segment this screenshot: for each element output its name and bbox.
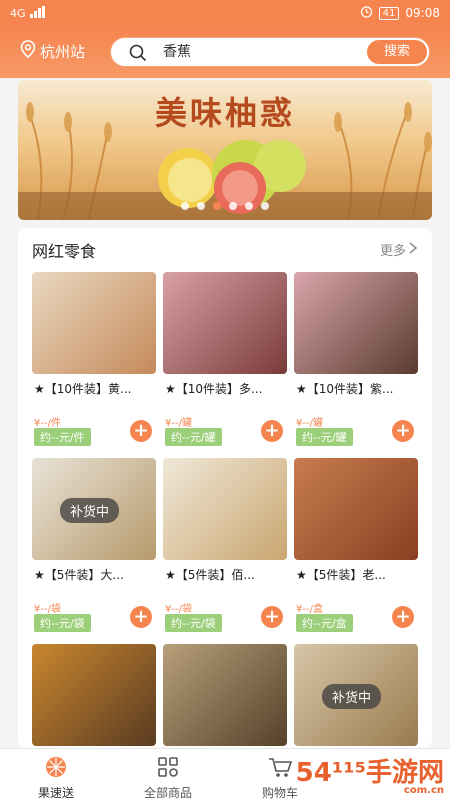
banner-dot[interactable] [261, 202, 269, 210]
banner-pagination [18, 202, 432, 210]
product-price: ¥--/件 [34, 418, 61, 429]
banner-title: 美味柚惑 [154, 94, 295, 132]
product-unit-price: 约--元/罐 [296, 428, 353, 446]
tab-home[interactable]: 果速送 [0, 749, 112, 800]
watermark-logo: 54¹¹⁵手游网 com.cn [296, 752, 444, 796]
product-unit-price: 约--元/罐 [165, 428, 222, 446]
snacks-section: 网红零食 更多 ★【10件装】黄... ¥--/件 约--元/件 + ★【10件… [18, 228, 432, 748]
tab-label: 果速送 [37, 786, 74, 800]
battery-icon: 41 [378, 6, 400, 20]
tab-all-products[interactable]: 全部商品 [112, 749, 224, 800]
banner-dot[interactable] [197, 202, 205, 210]
product-name: ★【10件装】紫... [296, 382, 394, 396]
add-to-cart-button[interactable]: + [130, 420, 152, 442]
promo-banner[interactable]: 美味柚惑 [18, 80, 432, 220]
product-name: ★【5件装】大... [34, 568, 124, 582]
signal-icon [29, 6, 46, 21]
restocking-badge: 补货中 [60, 498, 120, 523]
product-price: ¥--/罐 [296, 418, 323, 429]
product-price: ¥--/袋 [165, 604, 192, 615]
search-button[interactable]: 搜索 [367, 40, 427, 64]
product-image [32, 644, 156, 746]
product-image [163, 644, 287, 746]
location-pin-icon [20, 40, 36, 62]
signal-label: 4G [10, 7, 26, 20]
product-price: ¥--/罐 [165, 418, 192, 429]
add-to-cart-button[interactable]: + [261, 606, 283, 628]
product-card[interactable]: 补货中 [294, 644, 418, 748]
clock: 09:08 [405, 6, 440, 20]
orange-slice-icon [0, 755, 112, 782]
product-unit-price: 约--元/盒 [296, 614, 353, 632]
product-card[interactable]: ★【10件装】黄... ¥--/件 约--元/件 + [32, 272, 156, 454]
product-card[interactable]: 补货中 ★【5件装】大... ¥--/袋 约--元/袋 + [32, 458, 156, 640]
product-image [163, 458, 287, 560]
status-right: 41 09:08 [360, 5, 440, 21]
product-card[interactable] [163, 644, 287, 748]
product-card[interactable]: ★【5件装】老... ¥--/盒 约--元/盒 + [294, 458, 418, 640]
section-title: 网红零食 [32, 242, 97, 261]
add-to-cart-button[interactable]: + [130, 606, 152, 628]
status-bar: 4G 41 09:08 [0, 0, 450, 26]
header: 杭州站 搜索 [0, 26, 450, 78]
product-name: ★【10件装】黄... [34, 382, 132, 396]
chevron-right-icon [408, 241, 418, 258]
more-label: 更多 [379, 244, 406, 259]
status-left: 4G [10, 6, 46, 21]
product-card[interactable] [32, 644, 156, 748]
tab-label: 购物车 [261, 786, 298, 800]
location-selector[interactable]: 杭州站 [20, 40, 85, 62]
product-name: ★【5件装】老... [296, 568, 386, 582]
product-name: ★【5件装】佰... [165, 568, 255, 582]
banner-dot[interactable] [181, 202, 189, 210]
product-price: ¥--/袋 [34, 604, 61, 615]
search-input[interactable] [163, 43, 353, 59]
product-card[interactable]: ★【10件装】紫... ¥--/罐 约--元/罐 + [294, 272, 418, 454]
product-unit-price: 约--元/袋 [34, 614, 91, 632]
product-image [163, 272, 287, 374]
product-image [32, 272, 156, 374]
product-price: ¥--/盒 [296, 604, 323, 615]
banner-dot[interactable] [245, 202, 253, 210]
search-box[interactable]: 搜索 [110, 37, 430, 67]
product-image [294, 458, 418, 560]
city-label: 杭州站 [40, 42, 86, 61]
banner-dot[interactable] [229, 202, 237, 210]
tab-label: 全部商品 [143, 786, 192, 800]
product-card[interactable]: ★【5件装】佰... ¥--/袋 约--元/袋 + [163, 458, 287, 640]
add-to-cart-button[interactable]: + [261, 420, 283, 442]
product-card[interactable]: ★【10件装】多... ¥--/罐 约--元/罐 + [163, 272, 287, 454]
product-unit-price: 约--元/件 [34, 428, 91, 446]
alarm-icon [360, 5, 373, 21]
banner-dot[interactable] [213, 202, 221, 210]
product-image [294, 272, 418, 374]
add-to-cart-button[interactable]: + [392, 420, 414, 442]
product-unit-price: 约--元/袋 [165, 614, 222, 632]
watermark-text: 54¹¹⁵手游网 [295, 758, 444, 788]
more-link[interactable]: 更多 [380, 240, 418, 259]
add-to-cart-button[interactable]: + [392, 606, 414, 628]
restocking-badge: 补货中 [322, 684, 382, 709]
grid-icon [112, 755, 224, 782]
battery-level: 41 [382, 7, 396, 19]
product-name: ★【10件装】多... [165, 382, 263, 396]
search-icon [129, 44, 147, 66]
